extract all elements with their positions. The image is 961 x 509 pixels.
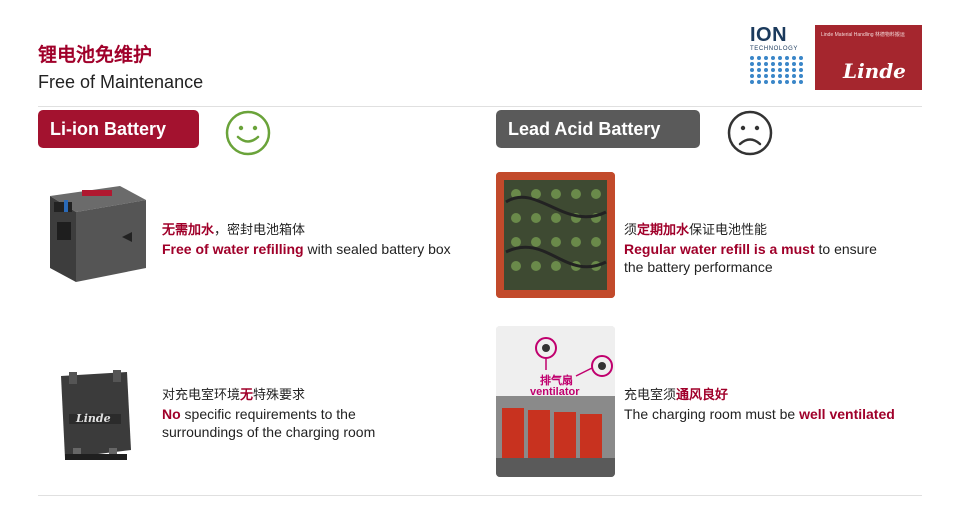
lead-acid-item1-en-strong: Regular water refill is a must xyxy=(624,241,815,257)
page-title-en: Free of Maintenance xyxy=(38,72,204,92)
ventilator-annotation-en: ventilator xyxy=(530,386,580,398)
lead-acid-item1-cn-a: 须 xyxy=(624,223,638,238)
li-ion-item2-cn-a: 对充电室环境 xyxy=(162,388,241,403)
page-title-cn: 锂电池免维护 xyxy=(38,44,153,66)
lead-acid-item1-en-rest-line2: the battery performance xyxy=(624,259,773,275)
lead-acid-item1-cn-strong: 定期加水 xyxy=(637,223,690,238)
li-ion-item1-en-rest: with sealed battery box xyxy=(303,241,451,257)
li-ion-battery-image xyxy=(42,182,152,288)
sad-face-icon xyxy=(727,110,773,156)
li-ion-battery-label: Li-ion Battery xyxy=(38,110,199,148)
header-divider xyxy=(38,106,922,107)
li-ion-item1-text: 无需加水，密封电池箱体 Free of water refilling with… xyxy=(162,220,451,258)
ion-dots-pattern xyxy=(750,56,806,84)
lead-acid-item2-en-strong: well ventilated xyxy=(799,406,895,422)
lead-acid-item1-en-rest-line1: to ensure xyxy=(814,241,877,257)
smiley-face-icon xyxy=(225,110,271,156)
linde-logo-small-text: Linde Material Handling 林德物料搬运 xyxy=(821,32,905,38)
li-ion-item2-en-strong: No xyxy=(162,406,181,422)
lead-acid-item2-en-a: The charging room must be xyxy=(624,406,800,422)
lead-acid-battery-image xyxy=(496,172,615,298)
lead-acid-battery-label: Lead Acid Battery xyxy=(496,110,700,148)
li-ion-item1-en-strong: Free of water refilling xyxy=(162,241,304,257)
ion-logo-text: ION xyxy=(750,24,788,46)
battery-linde-badge: Linde xyxy=(76,412,111,425)
li-ion-item2-text: 对充电室环境无特殊要求 No specific requirements to … xyxy=(162,385,375,441)
charging-room-image xyxy=(496,326,615,477)
lead-acid-item2-text: 充电室须通风良好 The charging room must be well … xyxy=(624,385,895,423)
footer-divider xyxy=(38,495,922,496)
li-ion-item2-en-rest-line1: specific requirements to the xyxy=(180,406,356,422)
linde-logo: Linde Material Handling 林德物料搬运 Linde xyxy=(815,25,922,90)
linde-logo-wordmark: Linde xyxy=(843,59,906,83)
li-ion-item1-cn-strong: 无需加水 xyxy=(162,223,215,238)
lead-acid-item2-cn-strong: 通风良好 xyxy=(676,388,729,403)
li-ion-item2-en-rest-line2: surroundings of the charging room xyxy=(162,424,376,440)
lead-acid-item1-text: 须定期加水保证电池性能 Regular water refill is a mu… xyxy=(624,220,877,276)
ion-logo-subtext: TECHNOLOGY xyxy=(750,46,799,52)
li-ion-item2-cn-b: 特殊要求 xyxy=(253,388,306,403)
ion-technology-logo: ION TECHNOLOGY xyxy=(750,25,806,91)
lead-acid-item1-cn-b: 保证电池性能 xyxy=(689,223,768,238)
li-ion-item1-cn-rest: ，密封电池箱体 xyxy=(214,223,306,238)
li-ion-item2-cn-strong: 无 xyxy=(240,388,254,403)
lead-acid-item2-cn-a: 充电室须 xyxy=(624,388,677,403)
